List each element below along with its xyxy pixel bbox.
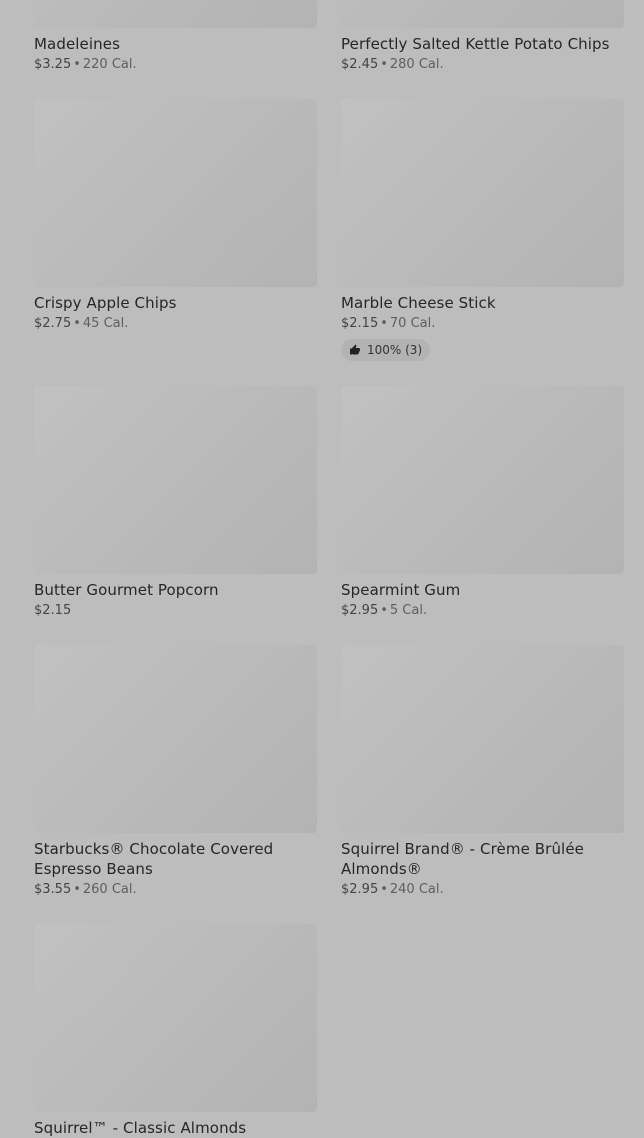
product-image[interactable] xyxy=(34,386,317,574)
product-image[interactable] xyxy=(341,0,624,28)
product-price: $2.95 xyxy=(341,603,379,618)
product-name[interactable]: Marble Cheese Stick xyxy=(341,293,624,313)
product-meta: $2.95 • 5 Cal. xyxy=(341,602,624,620)
product-card-kettle-chips[interactable]: Perfectly Salted Kettle Potato Chips $2.… xyxy=(341,0,624,74)
product-calories: 240 Cal. xyxy=(389,882,444,897)
row-spacer xyxy=(34,74,317,99)
product-card-spearmint-gum[interactable]: Spearmint Gum $2.95 • 5 Cal. xyxy=(341,386,624,620)
product-meta: $3.25 • 220 Cal. xyxy=(34,56,317,74)
product-card-classic-almonds[interactable]: Squirrel™ - Classic Almonds xyxy=(34,924,317,1138)
row-spacer xyxy=(341,361,624,386)
product-grid: Madeleines $3.25 • 220 Cal. Perfectly Salt… xyxy=(34,0,624,1138)
product-price: $2.95 xyxy=(341,882,379,897)
row-spacer xyxy=(341,74,624,99)
product-card-popcorn[interactable]: Butter Gourmet Popcorn $2.15 xyxy=(34,386,317,620)
row-spacer xyxy=(341,899,624,924)
product-name[interactable]: Perfectly Salted Kettle Potato Chips xyxy=(341,34,624,54)
product-card-madeleines[interactable]: Madeleines $3.25 • 220 Cal. xyxy=(34,0,317,74)
product-calories: 45 Cal. xyxy=(82,316,129,331)
product-calories: 70 Cal. xyxy=(389,316,436,331)
meta-separator: • xyxy=(380,316,388,331)
rating-text: 100% (3) xyxy=(367,343,423,357)
product-meta: $2.95 • 240 Cal. xyxy=(341,881,624,899)
product-name[interactable]: Madeleines xyxy=(34,34,317,54)
thumbs-up-icon xyxy=(350,344,360,355)
product-card-apple-chips[interactable]: Crispy Apple Chips $2.75 • 45 Cal. xyxy=(34,99,317,361)
meta-separator: • xyxy=(73,57,81,72)
product-image[interactable] xyxy=(34,99,317,287)
product-calories: 220 Cal. xyxy=(82,57,137,72)
product-name[interactable]: Squirrel Brand® - Crème Brûlée Almonds® xyxy=(341,839,624,879)
product-image[interactable] xyxy=(341,386,624,574)
product-image[interactable] xyxy=(341,99,624,287)
product-calories: 5 Cal. xyxy=(389,603,428,618)
product-price: $2.15 xyxy=(341,316,379,331)
row-spacer xyxy=(341,620,624,645)
product-meta: $3.55 • 260 Cal. xyxy=(34,881,317,899)
row-spacer xyxy=(34,899,317,924)
product-image[interactable] xyxy=(341,645,624,833)
product-name[interactable]: Crispy Apple Chips xyxy=(34,293,317,313)
product-calories: 260 Cal. xyxy=(82,882,137,897)
meta-separator: • xyxy=(73,316,81,331)
meta-separator: • xyxy=(73,882,81,897)
rating-badge: 100% (3) xyxy=(341,339,431,361)
product-card-espresso-beans[interactable]: Starbucks® Chocolate Covered Espresso Be… xyxy=(34,645,317,899)
product-calories: 280 Cal. xyxy=(389,57,444,72)
meta-separator: • xyxy=(380,57,388,72)
product-meta: $2.45 • 280 Cal. xyxy=(341,56,624,74)
product-price: $3.25 xyxy=(34,57,72,72)
product-name[interactable]: Squirrel™ - Classic Almonds xyxy=(34,1118,317,1138)
product-price: $3.55 xyxy=(34,882,72,897)
product-image[interactable] xyxy=(34,924,317,1112)
row-spacer xyxy=(34,361,317,386)
product-card-cheese-stick[interactable]: Marble Cheese Stick $2.15 • 70 Cal. 100% (… xyxy=(341,99,624,361)
product-name[interactable]: Starbucks® Chocolate Covered Espresso Be… xyxy=(34,839,317,879)
product-name[interactable]: Butter Gourmet Popcorn xyxy=(34,580,317,600)
product-image[interactable] xyxy=(34,645,317,833)
product-image[interactable] xyxy=(34,0,317,28)
meta-separator: • xyxy=(380,882,388,897)
row-spacer xyxy=(34,620,317,645)
product-meta: $2.15 • 70 Cal. xyxy=(341,315,624,333)
product-meta: $2.15 xyxy=(34,602,317,620)
product-price: $2.75 xyxy=(34,316,72,331)
product-price: $2.45 xyxy=(341,57,379,72)
meta-separator: • xyxy=(380,603,388,618)
product-card-creme-brulee-almonds[interactable]: Squirrel Brand® - Crème Brûlée Almonds® … xyxy=(341,645,624,899)
product-name[interactable]: Spearmint Gum xyxy=(341,580,624,600)
product-meta: $2.75 • 45 Cal. xyxy=(34,315,317,333)
product-price: $2.15 xyxy=(34,603,72,618)
